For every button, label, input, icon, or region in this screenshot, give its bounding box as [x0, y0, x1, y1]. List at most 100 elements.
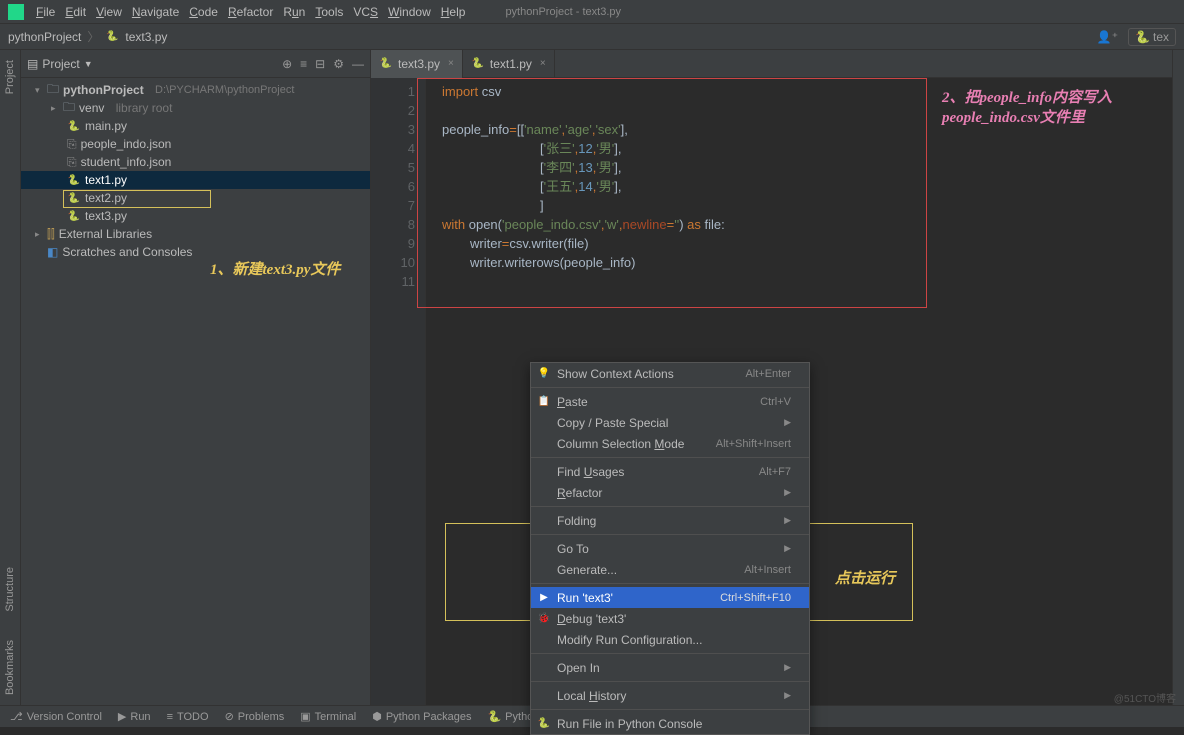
tree-file[interactable]: 🐍text1.py — [21, 171, 370, 189]
python-file-icon: 🐍 — [379, 57, 393, 71]
breadcrumb-file[interactable]: text3.py — [125, 30, 167, 44]
navbar-actions: 👤⁺ 🐍 tex — [1097, 28, 1176, 46]
sidebar-header: ▤ Project ▼ ⊕ ≡ ⊟ ⚙ — — [21, 50, 370, 78]
tree-file-selected[interactable]: 🐍text3.py — [21, 207, 370, 225]
json-file-icon: ⎘ — [67, 155, 77, 170]
ctx-item[interactable]: Go To▶ — [531, 538, 809, 559]
ctx-item[interactable]: ▶Run 'text3'Ctrl+Shift+F10 — [531, 587, 809, 608]
sb-terminal[interactable]: ▣Terminal — [300, 710, 356, 723]
chevron-right-icon[interactable]: ▸ — [51, 103, 59, 114]
breadcrumb-project[interactable]: pythonProject — [8, 30, 81, 44]
tree-file[interactable]: ⎘student_info.json — [21, 153, 370, 171]
menu-window[interactable]: Window — [388, 5, 431, 19]
ctx-item[interactable]: Find UsagesAlt+F7 — [531, 461, 809, 482]
python-icon: 🐍 — [487, 710, 501, 723]
ctx-item[interactable]: 🐍Run File in Python Console — [531, 713, 809, 734]
project-tree: ▾ 🗀 pythonProject D:\PYCHARM\pythonProje… — [21, 78, 370, 264]
line-gutter: 1234567891011 — [371, 78, 426, 705]
chevron-right-icon[interactable]: ▸ — [35, 229, 43, 240]
tab-text1[interactable]: 🐍text1.py× — [463, 50, 555, 78]
navbar: pythonProject 〉 🐍 text3.py 👤⁺ 🐍 tex — [0, 24, 1184, 50]
python-file-icon: 🐍 — [67, 173, 81, 187]
python-file-icon: 🐍 — [471, 57, 485, 71]
context-menu: 💡Show Context ActionsAlt+Enter 📋PasteCtrl… — [530, 362, 810, 735]
ctx-item[interactable]: 📋PasteCtrl+V — [531, 391, 809, 412]
play-icon: ▶ — [118, 710, 126, 723]
menu-code[interactable]: Code — [189, 5, 218, 19]
python-file-icon: 🐍 — [67, 209, 81, 223]
ctx-item[interactable]: Copy / Paste Special▶ — [531, 412, 809, 433]
tree-file[interactable]: 🐍main.py — [21, 117, 370, 135]
tab-text3[interactable]: 🐍text3.py× — [371, 50, 463, 78]
menu-edit[interactable]: Edit — [65, 5, 86, 19]
project-sidebar: ▤ Project ▼ ⊕ ≡ ⊟ ⚙ — ▾ 🗀 pythonProject … — [21, 50, 371, 705]
expand-icon[interactable]: ≡ — [300, 57, 307, 71]
sb-problems[interactable]: ⊘Problems — [225, 710, 285, 723]
collapse-icon[interactable]: ⊟ — [315, 57, 325, 71]
tree-root[interactable]: ▾ 🗀 pythonProject D:\PYCHARM\pythonProje… — [21, 81, 370, 99]
ctx-item[interactable]: Local History▶ — [531, 685, 809, 706]
menu-tools[interactable]: Tools — [315, 5, 343, 19]
folder-icon: 🗀 — [63, 98, 75, 119]
tree-file[interactable]: 🐍text2.py — [21, 189, 370, 207]
left-tool-strip: Project Structure Bookmarks — [0, 50, 21, 705]
problems-icon: ⊘ — [225, 710, 234, 723]
project-view-icon: ▤ — [27, 57, 38, 71]
gear-icon[interactable]: ⚙ — [333, 57, 344, 71]
menu-navigate[interactable]: Navigate — [132, 5, 179, 19]
branch-icon: ⎇ — [10, 710, 23, 723]
todo-icon: ≡ — [167, 711, 173, 723]
menu-help[interactable]: Help — [441, 5, 466, 19]
tree-scratches[interactable]: ◧Scratches and Consoles — [21, 243, 370, 261]
ctx-item[interactable]: Refactor▶ — [531, 482, 809, 503]
hide-icon[interactable]: — — [352, 57, 364, 71]
tool-tab-structure[interactable]: Structure — [4, 563, 16, 616]
python-file-icon: 🐍 — [105, 30, 119, 44]
tool-tab-project[interactable]: Project — [4, 56, 16, 98]
sb-run[interactable]: ▶Run — [118, 710, 151, 723]
ctx-item[interactable]: Modify Run Configuration... — [531, 629, 809, 650]
menu-run[interactable]: Run — [283, 5, 305, 19]
menu-file[interactable]: File — [36, 5, 55, 19]
ctx-item[interactable]: Column Selection ModeAlt+Shift+Insert — [531, 433, 809, 454]
sb-todo[interactable]: ≡TODO — [167, 711, 209, 723]
ctx-item[interactable]: Generate...Alt+Insert — [531, 559, 809, 580]
breadcrumb: pythonProject 〉 🐍 text3.py — [8, 28, 167, 45]
watermark: @51CTO博客 — [1114, 690, 1176, 705]
scratch-icon: ◧ — [47, 245, 58, 259]
menu-vcs[interactable]: VCS — [353, 5, 378, 19]
locate-icon[interactable]: ⊕ — [282, 57, 292, 71]
window-title: pythonProject - text3.py — [505, 6, 621, 18]
sidebar-title[interactable]: Project — [42, 57, 79, 71]
python-file-icon: 🐍 — [67, 191, 81, 205]
menu-refactor[interactable]: Refactor — [228, 5, 273, 19]
python-file-icon: 🐍 — [67, 119, 81, 133]
right-tool-strip — [1172, 50, 1184, 705]
terminal-icon: ▣ — [300, 710, 310, 723]
main-menu: File Edit View Navigate Code Refactor Ru… — [36, 5, 465, 19]
dropdown-icon[interactable]: ▼ — [84, 59, 93, 69]
json-file-icon: ⎘ — [67, 137, 77, 152]
tool-tab-bookmarks[interactable]: Bookmarks — [4, 636, 16, 699]
menu-view[interactable]: View — [96, 5, 122, 19]
editor-tabs: 🐍text3.py× 🐍text1.py× — [371, 50, 1172, 78]
app-logo — [8, 4, 24, 20]
close-icon[interactable]: × — [448, 58, 454, 69]
tree-external-libs[interactable]: ▸⫿⫿External Libraries — [21, 225, 370, 243]
tree-file[interactable]: ⎘people_indo.json — [21, 135, 370, 153]
ctx-item[interactable]: Folding▶ — [531, 510, 809, 531]
library-icon: ⫿⫿ — [47, 227, 55, 242]
chevron-right-icon: 〉 — [87, 28, 99, 45]
menubar: File Edit View Navigate Code Refactor Ru… — [0, 0, 1184, 24]
ctx-item[interactable]: Open In▶ — [531, 657, 809, 678]
sb-python-packages[interactable]: ⬢Python Packages — [372, 710, 471, 723]
ctx-item[interactable]: 🐞Debug 'text3' — [531, 608, 809, 629]
sb-version-control[interactable]: ⎇Version Control — [10, 710, 102, 723]
close-icon[interactable]: × — [540, 58, 546, 69]
run-config-selector[interactable]: 🐍 tex — [1128, 28, 1176, 46]
tree-venv[interactable]: ▸ 🗀 venv library root — [21, 99, 370, 117]
user-icon[interactable]: 👤⁺ — [1097, 30, 1118, 44]
package-icon: ⬢ — [372, 710, 382, 723]
ctx-item[interactable]: 💡Show Context ActionsAlt+Enter — [531, 363, 809, 384]
chevron-down-icon[interactable]: ▾ — [35, 85, 43, 96]
